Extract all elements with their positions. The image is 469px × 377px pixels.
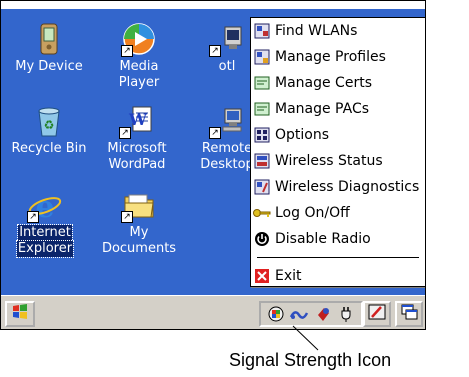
icon-label: My Device (15, 59, 83, 74)
exit-icon (253, 267, 271, 285)
signal-strength-icon[interactable] (289, 304, 309, 324)
shortcut-arrow-icon: ↗ (119, 127, 131, 139)
icon-label: WordPad (108, 157, 166, 172)
menu-item-manage-profiles[interactable]: Manage Profiles (251, 44, 425, 70)
media-player-icon: ↗ (121, 21, 157, 57)
system-tray (259, 301, 363, 327)
menu-item-label: Wireless Status (275, 153, 383, 169)
shortcut-arrow-icon: ↗ (209, 127, 221, 139)
menu-item-exit[interactable]: Exit (251, 263, 425, 289)
menu-separator (257, 257, 419, 258)
shortcut-arrow-icon: ↗ (121, 45, 133, 57)
input-panel-button[interactable] (363, 301, 391, 327)
menu-item-manage-certs[interactable]: Manage Certs (251, 70, 425, 96)
internet-explorer-icon: e ↗ (27, 187, 63, 225)
menu-item-log-on-off[interactable]: Log On/Off (251, 200, 425, 226)
windows-stack-icon (400, 303, 418, 325)
pda-icon (31, 21, 67, 57)
windows-logo-icon (11, 303, 29, 325)
folder-icon: ↗ (121, 187, 157, 223)
desktop-screen: My Device ↗ Media Player ↗ otl ♻ Recycle… (0, 0, 426, 330)
desktop-icon-wordpad[interactable]: W ↗ Microsoft WordPad (91, 103, 183, 173)
find-wlans-icon (253, 22, 271, 40)
svg-text:♻: ♻ (44, 118, 55, 132)
icon-label: Explorer (15, 240, 75, 258)
network-icon[interactable] (266, 304, 286, 324)
volume-icon[interactable] (313, 304, 333, 324)
key-icon (253, 204, 271, 222)
manage-pacs-icon (253, 100, 271, 118)
desktop-icon-recycle-bin[interactable]: ♻ Recycle Bin (3, 103, 95, 157)
menu-item-wireless-status[interactable]: Wireless Status (251, 148, 425, 174)
desktop-icon-my-documents[interactable]: ↗ My Documents (93, 187, 185, 257)
wireless-status-icon (253, 152, 271, 170)
shortcut-arrow-icon: ↗ (121, 211, 133, 223)
options-icon (253, 126, 271, 144)
menu-item-label: Exit (275, 268, 302, 284)
icon-label: Microsoft (107, 141, 167, 156)
menu-item-label: Log On/Off (275, 205, 350, 221)
wireless-context-menu: Find WLANs Manage Profiles Manage Certs … (250, 17, 425, 289)
top-strip (1, 1, 425, 9)
icon-label: Recycle Bin (11, 141, 87, 156)
menu-item-label: Find WLANs (275, 23, 358, 39)
icon-label: otl (218, 59, 236, 74)
callout-label: Signal Strength Icon (229, 350, 392, 370)
menu-item-disable-radio[interactable]: Disable Radio (251, 226, 425, 252)
icon-label: Media (119, 59, 159, 74)
icon-label: Documents (101, 241, 177, 256)
wordpad-icon: W ↗ (119, 103, 155, 139)
menu-item-find-wlans[interactable]: Find WLANs (251, 18, 425, 44)
icon-label: Remote (201, 141, 253, 156)
menu-item-label: Manage Profiles (275, 49, 386, 65)
start-button[interactable] (5, 301, 35, 327)
menu-item-manage-pacs[interactable]: Manage PACs (251, 96, 425, 122)
icon-label: My (129, 225, 149, 240)
shortcut-arrow-icon: ↗ (209, 45, 221, 57)
taskbar (1, 295, 425, 329)
desktop-icon-media-player[interactable]: ↗ Media Player (93, 21, 185, 91)
icon-label: Player (118, 75, 160, 90)
menu-item-label: Manage Certs (275, 75, 372, 91)
icon-label: Desktop (200, 157, 254, 172)
wireless-diagnostics-icon (253, 178, 271, 196)
desktop-icon-my-device[interactable]: My Device (3, 21, 95, 75)
power-icon (253, 230, 271, 248)
shortcut-arrow-icon: ↗ (27, 211, 39, 223)
menu-item-options[interactable]: Options (251, 122, 425, 148)
manage-profiles-icon (253, 48, 271, 66)
menu-item-label: Options (275, 127, 330, 143)
svg-text:W: W (128, 110, 148, 129)
power-plug-icon[interactable] (336, 304, 356, 324)
desktop-icon-internet-explorer[interactable]: e ↗ Internet Explorer (1, 187, 91, 258)
icon-label: Internet (17, 224, 73, 242)
pen-icon (368, 303, 386, 325)
menu-item-label: Disable Radio (275, 231, 371, 247)
remote-desktop-icon: ↗ (209, 103, 245, 139)
application-icon: ↗ (209, 21, 245, 57)
menu-item-label: Wireless Diagnostics (275, 179, 420, 195)
menu-item-wireless-diagnostics[interactable]: Wireless Diagnostics (251, 174, 425, 200)
manage-certs-icon (253, 74, 271, 92)
switch-windows-button[interactable] (395, 301, 423, 327)
menu-item-label: Manage PACs (275, 101, 370, 117)
recycle-bin-icon: ♻ (31, 103, 67, 139)
